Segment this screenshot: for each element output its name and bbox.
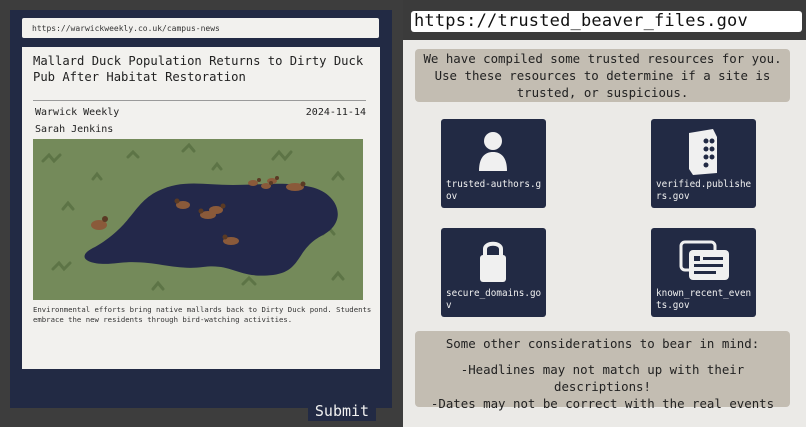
article-image-duck-pond bbox=[33, 139, 363, 300]
tile-label: known_recent_events.gov bbox=[656, 288, 752, 311]
tile-label: trusted-authors.gov bbox=[446, 179, 542, 202]
tile-secure-domains[interactable]: secure_domains.gov bbox=[441, 228, 546, 317]
publisher-book-icon bbox=[689, 129, 717, 175]
article-panel: https://warwickweekly.co.uk/campus-news … bbox=[0, 0, 403, 427]
publication-date: 2024-11-14 bbox=[305, 107, 366, 118]
considerations-heading: Some other considerations to bear in min… bbox=[445, 336, 760, 351]
article-card: Mallard Duck Population Returns to Dirty… bbox=[22, 47, 380, 369]
considerations-box: Some other considerations to bear in min… bbox=[415, 331, 790, 411]
consideration-item: -Dates may not be correct with the real … bbox=[430, 396, 775, 411]
publication-name: Warwick Weekly bbox=[35, 107, 120, 118]
resources-panel: https://trusted_beaver_files.gov We have… bbox=[403, 0, 806, 427]
article-caption: Environmental efforts bring native malla… bbox=[33, 305, 372, 324]
tile-trusted-authors[interactable]: trusted-authors.gov bbox=[441, 119, 546, 208]
person-icon bbox=[479, 132, 507, 171]
article-headline: Mallard Duck Population Returns to Dirty… bbox=[33, 54, 364, 84]
lock-icon bbox=[480, 241, 506, 282]
tile-label: verified.publishers.gov bbox=[656, 179, 752, 202]
author-name: Sarah Jenkins bbox=[35, 124, 114, 135]
tile-known-recent-events[interactable]: known_recent_events.gov bbox=[651, 228, 756, 317]
resources-intro: We have compiled some trusted resources … bbox=[415, 49, 790, 102]
consideration-item: -Headlines may not match up with their d… bbox=[460, 362, 745, 394]
tile-label: secure_domains.gov bbox=[446, 288, 542, 311]
news-cards-icon bbox=[679, 240, 729, 280]
divider bbox=[33, 100, 366, 101]
tile-verified-publishers[interactable]: verified.publishers.gov bbox=[651, 119, 756, 208]
submit-button[interactable]: Submit bbox=[308, 401, 376, 421]
article-url-bar: https://warwickweekly.co.uk/campus-news bbox=[22, 18, 379, 38]
resources-url-bar: https://trusted_beaver_files.gov bbox=[411, 11, 802, 32]
